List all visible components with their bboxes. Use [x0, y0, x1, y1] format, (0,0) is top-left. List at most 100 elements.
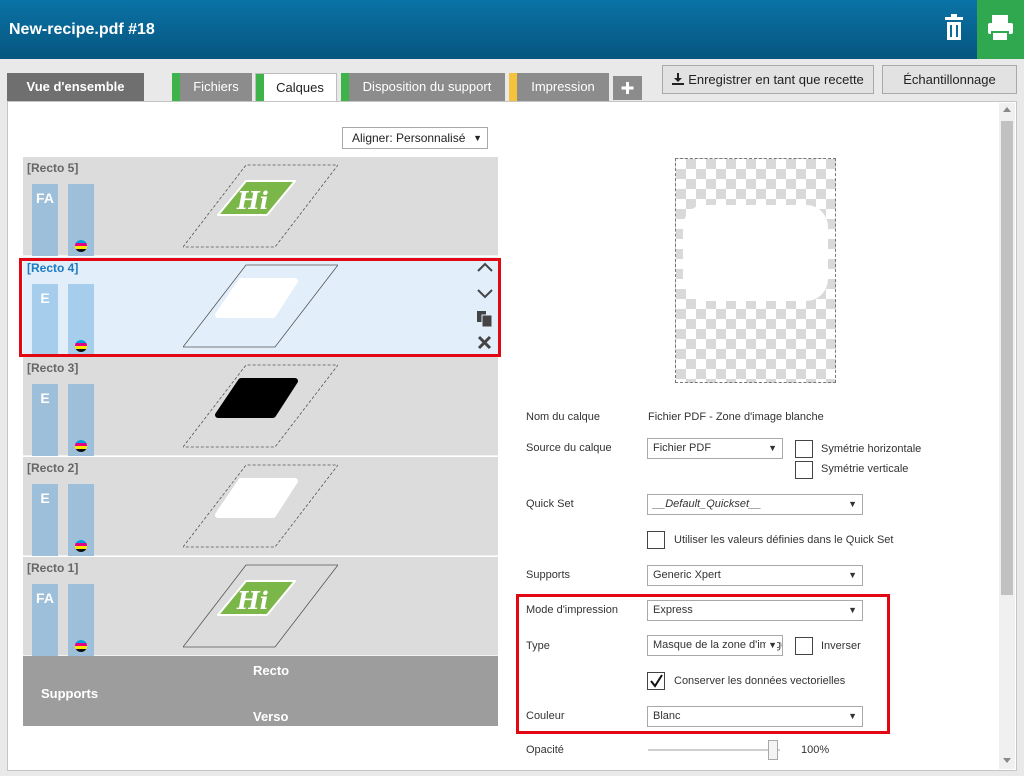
type-select[interactable]: Masque de la zone d'image ▼: [647, 635, 783, 656]
supports-footer: Recto Supports Verso: [23, 656, 498, 726]
layer-code-bar: FA: [32, 584, 58, 656]
supports-label: Supports: [41, 686, 99, 701]
cmyk-icon: [75, 540, 87, 552]
layer-code-bar: FA: [32, 184, 58, 256]
verso-label: Verso: [253, 709, 289, 724]
layer-name: [Recto 3]: [27, 361, 79, 375]
plus-icon: [621, 82, 634, 94]
opacity-slider-track[interactable]: [648, 749, 780, 751]
duplicate-icon[interactable]: [474, 308, 496, 328]
layer-preview-logo: Hi: [183, 164, 338, 248]
cmyk-icon: [75, 240, 87, 252]
status-strip: [256, 74, 264, 102]
save-as-recipe-button[interactable]: Enregistrer en tant que recette: [662, 65, 874, 94]
move-up-icon[interactable]: [474, 258, 496, 278]
type-label: Type: [526, 640, 550, 652]
download-icon: [672, 73, 685, 85]
layer-name: [Recto 2]: [27, 461, 79, 475]
app-header: New-recipe.pdf #18: [0, 0, 1024, 59]
opacity-value: 100%: [801, 744, 830, 756]
layer-name-label: Nom du calque: [526, 411, 600, 423]
chevron-down-icon: ▼: [846, 601, 857, 620]
ink-bar: [68, 384, 94, 456]
invert-label: Inverser: [821, 640, 861, 652]
mirror-vertical-label: Symétrie verticale: [821, 463, 909, 475]
chevron-down-icon: ▼: [846, 566, 857, 585]
layer-preview-logo: Hi: [183, 564, 338, 648]
layer-recto-5[interactable]: [Recto 5] FA Hi: [23, 157, 498, 256]
layer-preview-mask: [183, 264, 338, 348]
align-select[interactable]: Aligner: Personnalisé ▼: [342, 127, 488, 149]
chevron-down-icon: ▼: [846, 707, 857, 726]
color-label: Couleur: [526, 710, 565, 722]
move-down-icon[interactable]: [474, 283, 496, 303]
invert-checkbox[interactable]: [795, 637, 813, 655]
color-select[interactable]: Blanc ▼: [647, 706, 863, 727]
source-select[interactable]: Fichier PDF ▼: [647, 438, 783, 459]
layer-recto-1[interactable]: [Recto 1] FA Hi: [23, 557, 498, 656]
ink-bar: [68, 484, 94, 556]
ink-bar: [68, 184, 94, 256]
supports-label: Supports: [526, 569, 571, 581]
status-strip: [341, 73, 349, 101]
layer-recto-4[interactable]: [Recto 4] E: [23, 257, 498, 356]
scroll-down-icon[interactable]: [1003, 756, 1011, 764]
scroll-up-icon[interactable]: [1003, 106, 1011, 114]
layer-preview-mask: [183, 464, 338, 548]
opacity-slider-thumb[interactable]: [768, 740, 778, 760]
tab-media-layout[interactable]: Disposition du support: [341, 73, 505, 101]
logo-text: Hi: [236, 586, 269, 615]
chevron-down-icon: ▼: [846, 495, 857, 514]
cmyk-icon: [75, 340, 87, 352]
chevron-down-icon: ▼: [473, 133, 482, 143]
cmyk-icon: [75, 440, 87, 452]
layer-code-bar: E: [32, 384, 58, 456]
window-title: New-recipe.pdf #18: [9, 21, 155, 38]
chevron-down-icon: ▼: [766, 636, 777, 655]
use-quickset-checkbox[interactable]: [647, 531, 665, 549]
opacity-label: Opacité: [526, 744, 564, 756]
layer-recto-3[interactable]: [Recto 3] E: [23, 357, 498, 456]
tab-files[interactable]: Fichiers: [172, 73, 252, 101]
layer-name-value: Fichier PDF - Zone d'image blanche: [648, 411, 824, 423]
keep-vector-checkbox[interactable]: [647, 672, 665, 690]
supports-select[interactable]: Generic Xpert ▼: [647, 565, 863, 586]
mirror-horizontal-label: Symétrie horizontale: [821, 443, 922, 455]
mirror-horizontal-checkbox[interactable]: [795, 440, 813, 458]
source-label: Source du calque: [526, 442, 612, 454]
tab-print[interactable]: Impression: [509, 73, 609, 101]
checkmark-icon: [650, 674, 663, 688]
trash-icon[interactable]: [936, 10, 972, 46]
layer-code-bar: E: [32, 284, 58, 356]
sampling-button[interactable]: Échantillonnage: [882, 65, 1017, 94]
logo-text: Hi: [236, 186, 269, 215]
quickset-select[interactable]: __Default_Quickset__ ▼: [647, 494, 863, 515]
mirror-vertical-checkbox[interactable]: [795, 461, 813, 479]
scrollbar-thumb[interactable]: [1001, 121, 1013, 595]
print-button[interactable]: [977, 0, 1024, 59]
add-tab-button[interactable]: [613, 76, 642, 100]
layer-preview-large: [675, 158, 836, 383]
layer-code-bar: E: [32, 484, 58, 556]
cmyk-icon: [75, 640, 87, 652]
layer-actions: [474, 258, 496, 352]
recto-label: Recto: [253, 663, 290, 678]
keep-vector-label: Conserver les données vectorielles: [674, 675, 846, 687]
status-strip: [509, 73, 517, 101]
tab-layers[interactable]: Calques: [255, 73, 337, 102]
layer-name: [Recto 4]: [27, 261, 79, 275]
use-quickset-label: Utiliser les valeurs définies dans le Qu…: [674, 534, 894, 546]
quickset-label: Quick Set: [526, 498, 574, 510]
delete-icon[interactable]: [474, 333, 496, 353]
layer-name: [Recto 1]: [27, 561, 79, 575]
print-mode-label: Mode d'impression: [526, 604, 618, 616]
chevron-down-icon: ▼: [766, 439, 777, 458]
layer-recto-2[interactable]: [Recto 2] E: [23, 457, 498, 556]
print-mode-select[interactable]: Express ▼: [647, 600, 863, 621]
status-strip: [172, 73, 180, 101]
tab-overview[interactable]: Vue d'ensemble: [7, 73, 144, 101]
ink-bar: [68, 284, 94, 356]
layer-name: [Recto 5]: [27, 161, 79, 175]
layer-preview-mask: [183, 364, 338, 448]
white-area: [683, 205, 828, 301]
